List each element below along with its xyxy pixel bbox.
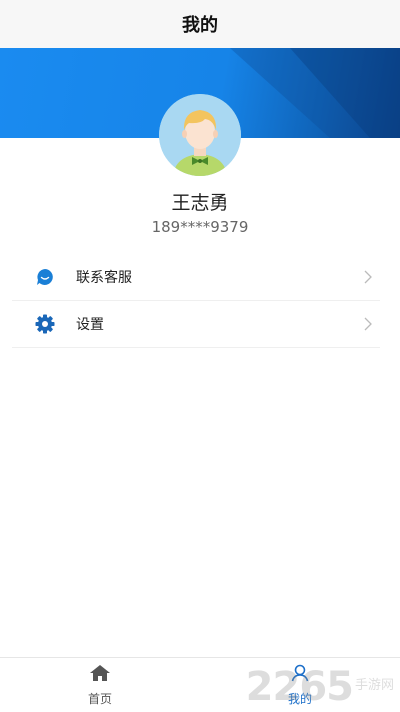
- top-bar: 我的: [0, 0, 400, 48]
- avatar-illustration: [159, 94, 241, 176]
- watermark-text: 手游网: [354, 678, 394, 693]
- menu-item-settings[interactable]: 设置: [12, 301, 380, 348]
- chevron-right-icon: [362, 269, 374, 285]
- menu-item-customer-service[interactable]: 联系客服: [12, 254, 380, 301]
- menu-item-label: 设置: [76, 317, 104, 333]
- user-name: 王志勇: [171, 192, 229, 214]
- chevron-right-icon: [362, 316, 374, 332]
- tab-home[interactable]: 首页: [0, 658, 200, 712]
- tab-label: 首页: [87, 691, 112, 706]
- user-phone: 189****9379: [151, 218, 249, 236]
- menu-item-label: 联系客服: [76, 270, 132, 286]
- page-title: 我的: [182, 15, 218, 36]
- customer-service-icon: [34, 266, 56, 288]
- gear-icon: [34, 313, 56, 335]
- watermark-number: 2265: [245, 664, 354, 710]
- avatar[interactable]: [159, 94, 241, 176]
- site-watermark: 2265 手游网: [246, 667, 394, 707]
- home-icon: [89, 664, 111, 686]
